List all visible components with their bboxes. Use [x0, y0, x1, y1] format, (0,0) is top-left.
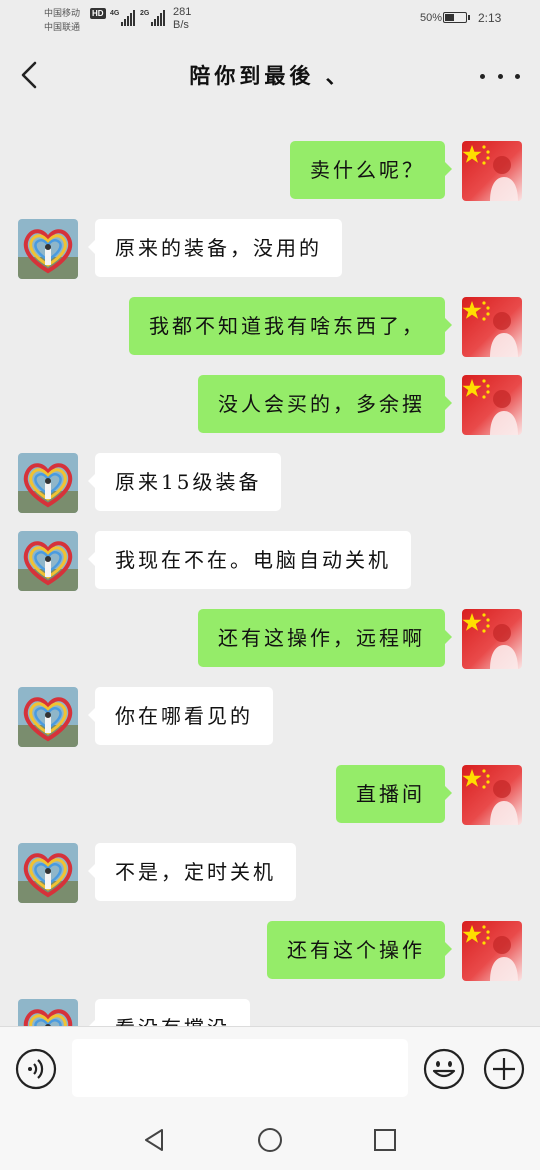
status-bar: 中国移动 中国联通 HD 4G 2G 281 B/s 50% 2:13 [0, 0, 540, 40]
message-bubble[interactable]: 不是，定时关机 [88, 843, 296, 901]
input-bar [0, 1026, 540, 1110]
avatar[interactable] [462, 375, 522, 435]
network-speed: 281 B/s [173, 6, 191, 32]
outgoing-message[interactable]: 还有这操作，远程啊 [0, 609, 540, 669]
more-functions-button[interactable] [482, 1047, 526, 1091]
network-speed-value: 281 [173, 6, 192, 18]
incoming-message[interactable]: 原来的装备，没用的 [0, 219, 540, 279]
user-avatar [462, 297, 522, 357]
signal-strength-icon: 2G [140, 10, 166, 26]
message-bubble[interactable]: 原来15级装备 [87, 453, 282, 511]
chat-header: 陪你到最後 、 [0, 40, 540, 112]
message-bubble[interactable]: 还有这个操作 [267, 921, 452, 979]
voice-input-icon [15, 1048, 57, 1090]
battery-icon [443, 12, 470, 23]
avatar[interactable] [462, 141, 522, 201]
signal-strength-icon: 4G [110, 10, 136, 26]
contact-avatar [18, 999, 78, 1026]
message-bubble[interactable]: 我现在不在。电脑自动关机 [88, 531, 411, 589]
emoji-icon [423, 1048, 465, 1090]
avatar[interactable] [18, 453, 78, 513]
message-bubble[interactable]: 没人会买的，多余摆 [198, 375, 452, 433]
system-recents-button[interactable] [371, 1126, 399, 1154]
incoming-message[interactable]: 原来15级装备 [0, 453, 540, 513]
battery-percent: 50% [420, 12, 443, 24]
avatar[interactable] [18, 687, 78, 747]
battery-fill [445, 14, 454, 21]
incoming-message[interactable]: 你在哪看见的 [0, 687, 540, 747]
contact-avatar [18, 687, 78, 747]
chat-title: 陪你到最後 、 [189, 63, 351, 88]
contact-avatar [18, 843, 78, 903]
avatar[interactable] [18, 999, 78, 1026]
incoming-message[interactable]: 看没有撑没 [0, 999, 540, 1026]
message-bubble[interactable]: 原来的装备，没用的 [88, 219, 342, 277]
system-navigation-bar [0, 1110, 540, 1170]
emoji-button[interactable] [422, 1047, 466, 1091]
network-speed-unit: B/s [173, 19, 189, 31]
message-bubble[interactable]: 卖什么呢？ [290, 141, 452, 199]
system-home-button[interactable] [256, 1126, 284, 1154]
outgoing-message[interactable]: 还有这个操作 [0, 921, 540, 981]
user-avatar [462, 765, 522, 825]
carrier-labels: 中国移动 中国联通 [44, 6, 80, 34]
avatar[interactable] [18, 219, 78, 279]
status-time: 2:13 [478, 11, 502, 25]
network-type-1: 4G [110, 10, 120, 17]
avatar[interactable] [462, 765, 522, 825]
outgoing-message[interactable]: 没人会买的，多余摆 [0, 375, 540, 435]
avatar[interactable] [18, 843, 78, 903]
outgoing-message[interactable]: 直播间 [0, 765, 540, 825]
plus-icon [483, 1048, 525, 1090]
message-bubble[interactable]: 我都不知道我有啥东西了， [129, 297, 452, 355]
user-avatar [462, 375, 522, 435]
triangle-back-icon [145, 1129, 163, 1151]
contact-avatar [18, 531, 78, 591]
avatar[interactable] [462, 609, 522, 669]
circle-home-icon [258, 1128, 282, 1152]
system-back-button[interactable] [140, 1126, 168, 1154]
message-list[interactable]: 卖什么呢？ 原来的装备，没用的 我都不知道我有啥东西了， 没人会买的，多余摆 原… [0, 112, 540, 1026]
message-bubble[interactable]: 你在哪看见的 [88, 687, 273, 745]
message-bubble[interactable]: 看没有撑没 [88, 999, 250, 1026]
contact-avatar [18, 453, 78, 513]
message-bubble[interactable]: 直播间 [336, 765, 452, 823]
user-avatar [462, 609, 522, 669]
avatar[interactable] [462, 921, 522, 981]
voice-button[interactable] [15, 1048, 57, 1090]
message-input[interactable] [72, 1039, 408, 1097]
incoming-message[interactable]: 不是，定时关机 [0, 843, 540, 903]
carrier-1: 中国移动 [44, 8, 81, 18]
network-type-2: 2G [140, 10, 150, 17]
user-avatar [462, 141, 522, 201]
carrier-2: 中国联通 [44, 22, 81, 32]
incoming-message[interactable]: 我现在不在。电脑自动关机 [0, 531, 540, 591]
avatar[interactable] [18, 531, 78, 591]
user-avatar [462, 921, 522, 981]
contact-avatar [18, 219, 78, 279]
square-recents-icon [374, 1129, 396, 1151]
more-dots-icon [480, 73, 485, 79]
avatar[interactable] [462, 297, 522, 357]
outgoing-message[interactable]: 我都不知道我有啥东西了， [0, 297, 540, 357]
outgoing-message[interactable]: 卖什么呢？ [0, 141, 540, 201]
more-button[interactable] [480, 64, 520, 88]
hd-badge: HD [90, 8, 106, 19]
message-bubble[interactable]: 还有这操作，远程啊 [198, 609, 452, 667]
